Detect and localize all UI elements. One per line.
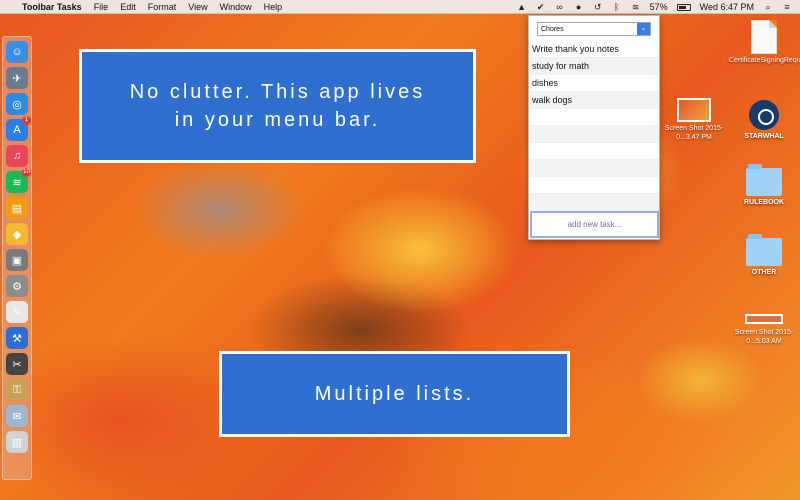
add-task-input[interactable] (530, 211, 659, 238)
search-icon[interactable]: ⌕ (763, 2, 773, 12)
system-preferences-icon[interactable]: ⚙ (6, 275, 28, 297)
dock-badge: 10 (22, 168, 31, 177)
final-cut-icon[interactable]: ✂ (6, 353, 28, 375)
task-list: Write thank you notes study for math dis… (530, 41, 659, 211)
wifi-icon[interactable]: ≋ (631, 2, 641, 12)
clock[interactable]: Wed 6:47 PM (700, 2, 754, 12)
task-row[interactable] (530, 194, 659, 211)
mail-icon[interactable]: ✉ (6, 405, 28, 427)
ibooks-icon[interactable]: ▤ (6, 197, 28, 219)
task-row[interactable]: walk dogs (530, 92, 659, 109)
battery-percent[interactable]: 57% (650, 2, 668, 12)
sketch-icon[interactable]: ◆ (6, 223, 28, 245)
desktop-folder-rulebook[interactable]: RULEBOOK (729, 164, 799, 207)
mic-icon[interactable]: ● (574, 2, 584, 12)
launchpad-icon[interactable]: ✈ (6, 67, 28, 89)
keychain-icon[interactable]: ⚿ (6, 379, 28, 401)
desktop-file-screenshot-2[interactable]: Screen Shot 2015-0...5.03 AM (729, 308, 799, 346)
task-row[interactable] (530, 126, 659, 143)
task-row[interactable] (530, 109, 659, 126)
textedit-icon[interactable]: ✎ (6, 301, 28, 323)
image-thumbnail-icon (745, 314, 783, 324)
itunes-icon[interactable]: ♫ (6, 145, 28, 167)
desktop-file-certificate[interactable]: CertificateSigningRequ...Request (729, 20, 800, 65)
desktop-label: OTHER (751, 269, 777, 276)
menu-format[interactable]: Format (148, 2, 177, 12)
status-area: ▲ ✔ ∞ ● ↺ ᛒ ≋ 57% Wed 6:47 PM ⌕ ≡ (517, 0, 792, 14)
time-machine-icon[interactable]: ↺ (593, 2, 603, 12)
finder-icon[interactable]: ☺ (6, 41, 28, 63)
list-select[interactable]: Chores ⌄ (537, 22, 651, 36)
desktop-folder-other[interactable]: OTHER (729, 234, 799, 277)
dock: ☺ ✈ ◎ A 1 ♫ ≋ 10 ▤ ◆ ▣ ⚙ ✎ ⚒ ✂ ⚿ ✉ ▥ (2, 36, 32, 480)
xcode-icon[interactable]: ⚒ (6, 327, 28, 349)
promo-banner-bottom: Multiple lists. (219, 351, 570, 437)
folder-icon (746, 164, 782, 196)
link-icon[interactable]: ∞ (555, 2, 565, 12)
menu-edit[interactable]: Edit (120, 2, 136, 12)
list-icon[interactable]: ≡ (782, 2, 792, 12)
spotify-icon[interactable]: ≋ 10 (6, 168, 31, 193)
folder-icon (746, 234, 782, 266)
menu-bar: Toolbar Tasks File Edit Format View Wind… (0, 0, 800, 14)
steam-icon (749, 100, 779, 130)
promo-text-bottom: Multiple lists. (314, 383, 475, 405)
desktop-label: STARWHAL (744, 133, 784, 140)
promo-text-top: No clutter. This app lives in your menu … (129, 81, 426, 131)
tasks-popover: Chores ⌄ Write thank you notes study for… (528, 15, 660, 240)
menu-help[interactable]: Help (264, 2, 283, 12)
desktop-label: CertificateSigningRequ...Request (729, 57, 800, 64)
task-row[interactable] (530, 143, 659, 160)
task-row[interactable]: study for math (530, 58, 659, 75)
list-select-value: Chores (541, 25, 564, 33)
drive-icon[interactable]: ▲ (517, 2, 527, 12)
menu-file[interactable]: File (94, 2, 109, 12)
desktop-label: Screen Shot 2015-0...5.03 AM (734, 329, 794, 345)
task-row[interactable] (530, 177, 659, 194)
menu-window[interactable]: Window (220, 2, 252, 12)
promo-banner-top: No clutter. This app lives in your menu … (79, 49, 476, 163)
safari-icon[interactable]: ◎ (6, 93, 28, 115)
image-thumbnail-icon (677, 98, 711, 122)
desktop-file-screenshot-1[interactable]: Screen Shot 2015-0...3.47 PM (659, 98, 729, 142)
document-icon (751, 20, 777, 54)
task-row[interactable]: dishes (530, 75, 659, 92)
trash-icon[interactable]: ▥ (6, 431, 28, 453)
dock-badge: 1 (22, 116, 31, 125)
desktop-label: Screen Shot 2015-0...3.47 PM (664, 125, 724, 141)
desktop-label: RULEBOOK (743, 199, 785, 206)
app-name-menu[interactable]: Toolbar Tasks (22, 2, 82, 12)
menu-view[interactable]: View (188, 2, 207, 12)
task-row[interactable]: Write thank you notes (530, 41, 659, 58)
app-store-icon[interactable]: A1 (6, 116, 31, 141)
desktop-app-steam[interactable]: STARWHAL (729, 100, 799, 141)
preview-icon[interactable]: ▣ (6, 249, 28, 271)
bluetooth-icon[interactable]: ᛒ (612, 2, 622, 12)
battery-icon[interactable] (676, 3, 691, 11)
task-row[interactable] (530, 160, 659, 177)
chevron-down-icon[interactable]: ⌄ (637, 23, 650, 35)
check-circle-icon[interactable]: ✔ (536, 2, 546, 12)
